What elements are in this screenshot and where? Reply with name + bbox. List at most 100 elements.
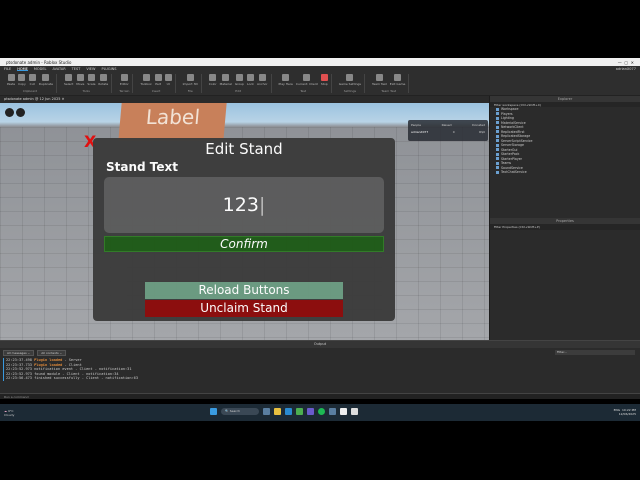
clock-date: 12/06/2025: [618, 412, 636, 416]
toolbox-button[interactable]: Toolbox: [140, 74, 152, 86]
part-button[interactable]: Part: [154, 74, 162, 86]
duplicate-button[interactable]: Duplicate: [39, 74, 53, 86]
exit-game-button[interactable]: Exit Game: [390, 74, 405, 86]
chat-icon[interactable]: [16, 108, 25, 117]
tool-label: Group: [234, 82, 244, 86]
ui-button[interactable]: UI: [164, 74, 172, 86]
menu-tab-test[interactable]: TEST: [72, 67, 81, 71]
team-test-button[interactable]: Team Test: [372, 74, 387, 86]
weather-widget[interactable]: ☁ 9°C Cloudy: [4, 409, 14, 417]
start-icon[interactable]: [210, 408, 217, 415]
explorer-tree: Workspace Players Lighting MaterialService N…: [490, 107, 640, 175]
ribbon-group-tools: Select Move Scale Rotate Tools: [61, 74, 113, 93]
cut-icon: [28, 74, 36, 81]
output-line: 22:23:56.473 finished successfully - Cli…: [6, 376, 138, 381]
edge-icon[interactable]: [285, 408, 292, 415]
taskbar-search[interactable]: 🔍 Search: [221, 408, 259, 415]
maximize-button[interactable]: ▢: [624, 60, 628, 65]
game-settings-button[interactable]: Game Settings: [339, 74, 361, 86]
editor-button[interactable]: Editor: [120, 74, 129, 86]
ribbon-group-edit: Color Material Group Lock Anchor Edit: [206, 74, 272, 93]
stand-text-input[interactable]: 123 |: [104, 177, 384, 233]
unclaim-stand-button[interactable]: Unclaim Stand: [145, 300, 343, 317]
user-name[interactable]: adrianX077: [616, 67, 636, 71]
reload-buttons-button[interactable]: Reload Buttons: [145, 282, 343, 299]
lock-icon: [246, 74, 254, 81]
log-time: 22:23:52.973: [6, 367, 32, 371]
roblox-icon[interactable]: [351, 408, 358, 415]
select-button[interactable]: Select: [64, 74, 73, 86]
rotate-button[interactable]: Rotate: [98, 74, 108, 86]
paste-button[interactable]: Paste: [7, 74, 15, 86]
message-filter-dropdown[interactable]: All messages ⌄: [3, 350, 35, 356]
tool-label: Paste: [7, 82, 16, 86]
viewport-3d[interactable]: Label X People Raised Donated adrianX077 0 R…: [0, 103, 489, 340]
item-label: ReplicatedStorage: [501, 134, 531, 139]
task-view-icon[interactable]: [263, 408, 270, 415]
roblox-studio-icon[interactable]: [340, 408, 347, 415]
chrome-icon[interactable]: [296, 408, 303, 415]
leaderboard: People Raised Donated adrianX077 0 R$0: [408, 120, 488, 141]
log-message: found module: [34, 371, 61, 376]
scale-button[interactable]: Scale: [87, 74, 95, 86]
log-message: finished successfully: [34, 376, 80, 380]
item-label: Players: [501, 111, 513, 116]
group-label: Test: [300, 89, 307, 93]
cut-button[interactable]: Cut: [28, 74, 36, 86]
tool-label: Copy: [18, 82, 26, 86]
donated-value: R$0: [479, 130, 485, 134]
explorer-item-textchatservice[interactable]: TextChatService: [490, 170, 640, 175]
service-icon: [496, 130, 499, 134]
spotify-icon[interactable]: [318, 408, 325, 415]
document-tab[interactable]: ptsdonate admin @ 12 Jun 2025 ✕: [0, 96, 489, 103]
menu-tab-file[interactable]: FILE: [4, 67, 11, 71]
service-icon: [496, 170, 499, 174]
title-bar: ptsdonate admin - Roblox Studio — ▢ ✕: [0, 58, 640, 66]
confirm-button[interactable]: Confirm: [104, 236, 384, 252]
item-label: Lighting: [501, 116, 514, 121]
system-tray[interactable]: ENG 10:22 PM 12/06/2025: [614, 408, 636, 416]
leaderboard-header: Raised: [441, 123, 452, 127]
minimize-button[interactable]: —: [618, 60, 622, 65]
menu-tab-model[interactable]: MODEL: [34, 67, 47, 71]
play-here-button[interactable]: Play Here: [279, 74, 293, 86]
material-button[interactable]: Material: [220, 74, 232, 86]
group-button[interactable]: Group: [235, 74, 244, 86]
tool-label: Scale: [87, 82, 96, 86]
close-button[interactable]: ✕: [631, 60, 634, 65]
lock-button[interactable]: Lock: [246, 74, 254, 86]
move-button[interactable]: Move: [76, 74, 84, 86]
stop-button[interactable]: Stop: [320, 74, 328, 86]
stand-label-part: Label: [118, 103, 227, 141]
tool-label: Move: [76, 82, 85, 86]
output-search-input[interactable]: Filter...: [555, 350, 635, 355]
anchor-button[interactable]: Anchor: [257, 74, 268, 86]
context-filter-dropdown[interactable]: All contexts ⌄: [37, 350, 67, 356]
ribbon-group-insert: Toolbox Part UI Insert: [137, 74, 176, 93]
menu-tab-home[interactable]: HOME: [17, 67, 28, 71]
current-client-button[interactable]: Current: Client: [296, 74, 318, 86]
service-icon: [496, 125, 499, 129]
steam-icon[interactable]: [329, 408, 336, 415]
toolbox-icon: [142, 74, 150, 81]
ribbon-group-terrain: Editor Terrain: [116, 74, 134, 93]
leaderboard-row[interactable]: adrianX077 0 R$0: [411, 130, 485, 134]
color-button[interactable]: Color: [209, 74, 217, 86]
roblox-menu-icon[interactable]: [5, 108, 14, 117]
tool-label: Current: Client: [295, 82, 318, 86]
properties-filter-input[interactable]: Filter Properties (Ctrl+Shift+P): [490, 224, 640, 230]
window-controls[interactable]: — ▢ ✕: [618, 60, 634, 65]
menu-tab-view[interactable]: VIEW: [86, 67, 95, 71]
menu-tab-plugins[interactable]: PLUGINS: [101, 67, 116, 71]
menu-tab-avatar[interactable]: AVATAR: [52, 67, 65, 71]
command-bar[interactable]: Run a command: [0, 393, 640, 399]
tool-label: Material: [219, 82, 232, 86]
move-icon: [76, 74, 84, 81]
import-3d-button[interactable]: Import 3D: [183, 74, 198, 86]
discord-icon[interactable]: [307, 408, 314, 415]
leaderboard-header: People: [411, 123, 421, 127]
copy-button[interactable]: Copy: [18, 74, 26, 86]
file-explorer-icon[interactable]: [274, 408, 281, 415]
tool-label: Stop: [320, 82, 328, 86]
group-label: Team Test: [381, 89, 397, 93]
